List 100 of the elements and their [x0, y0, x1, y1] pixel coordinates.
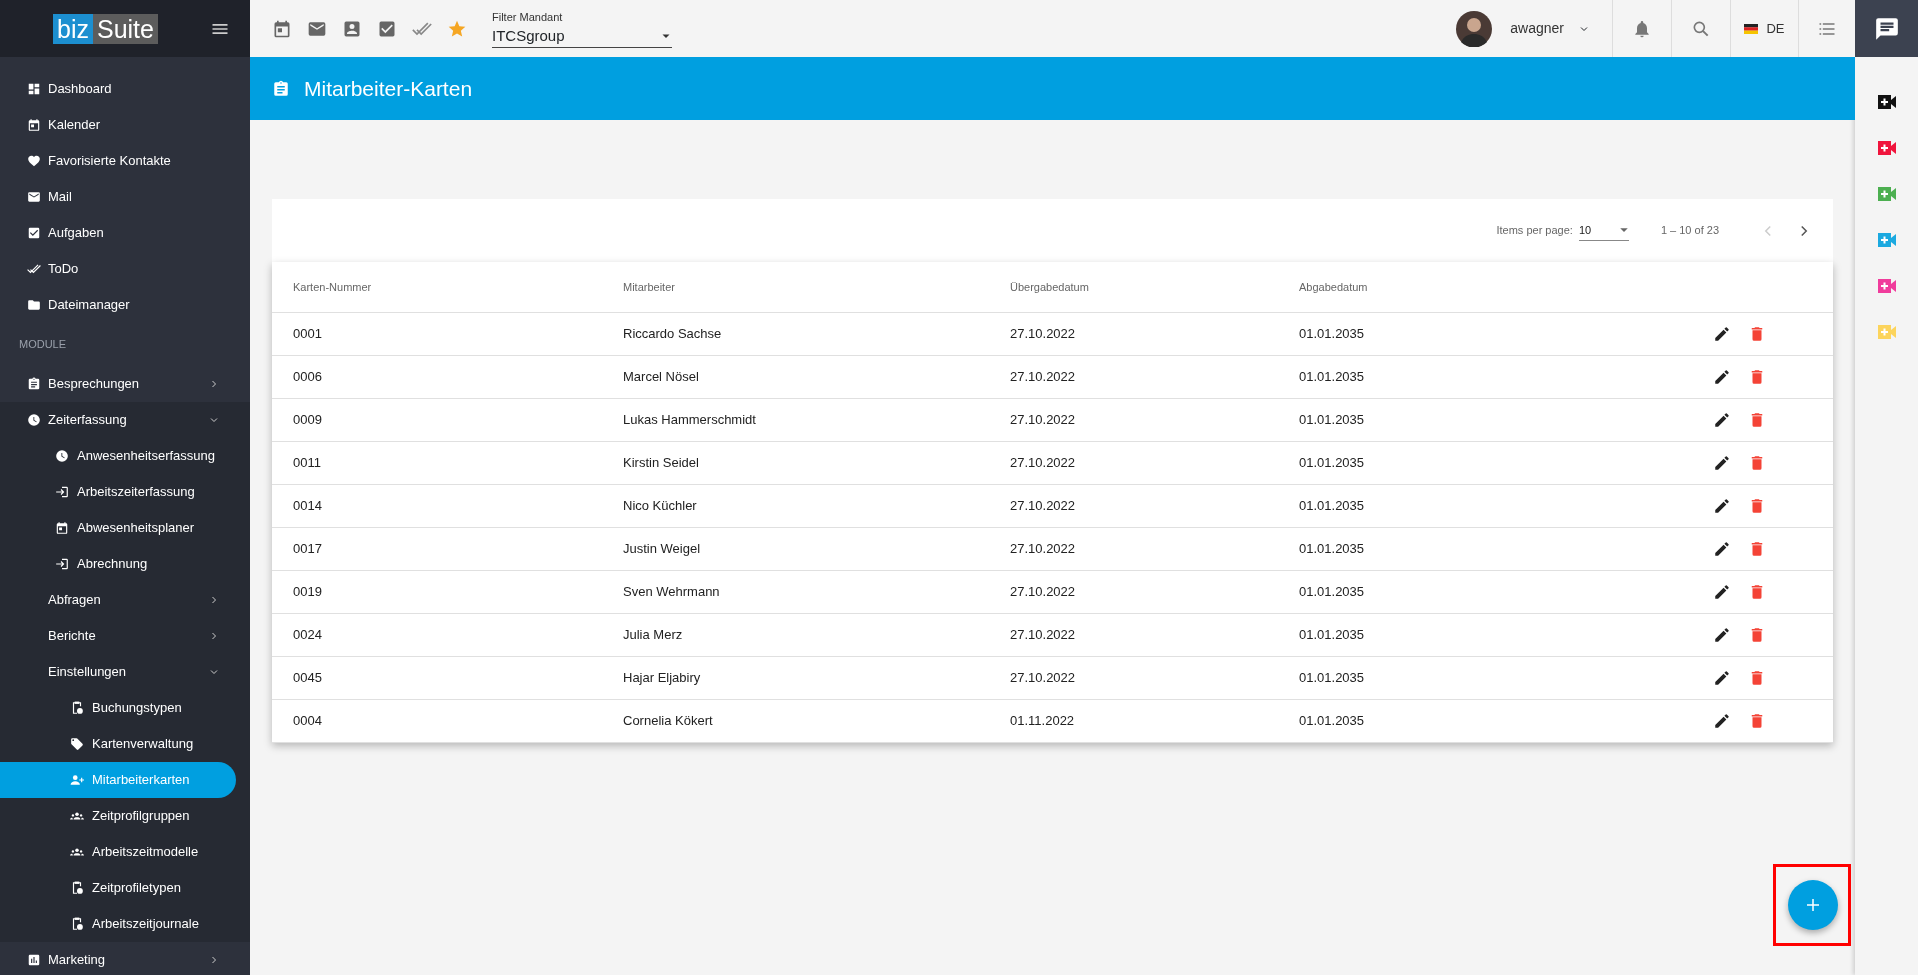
- table-cell: Sven Wehrmann: [623, 584, 720, 600]
- sidebar-item[interactable]: Aufgaben: [0, 215, 250, 251]
- table-cell: Nico Küchler: [623, 498, 697, 514]
- table-cell: 27.10.2022: [1010, 541, 1076, 557]
- caret-icon: [1618, 225, 1629, 235]
- table-cell: 27.10.2022: [1010, 326, 1076, 342]
- sidebar-item[interactable]: Anwesenheitserfassung: [0, 438, 250, 474]
- clock-icon: [55, 449, 69, 463]
- sidebar-item[interactable]: Berichte: [0, 618, 250, 654]
- table-cell: 0014: [293, 498, 322, 514]
- dashboard-icon: [27, 82, 41, 96]
- edit-button[interactable]: [1713, 368, 1731, 386]
- paginator-label: Items per page:: [1496, 223, 1573, 239]
- table-cell: 01.01.2035: [1299, 369, 1365, 385]
- language-button[interactable]: DE: [1744, 18, 1785, 39]
- add-button[interactable]: [1788, 880, 1838, 930]
- calendar-icon: [27, 118, 41, 132]
- sidebar-item[interactable]: Arbeitszeiterfassung: [0, 474, 250, 510]
- table-cell: 0001: [293, 326, 322, 342]
- sidebar-item[interactable]: Zeiterfassung: [0, 402, 250, 438]
- section-label: MODULE: [18, 337, 68, 353]
- column-header: Abgabedatum: [1299, 280, 1368, 293]
- sidebar-item[interactable]: Abfragen: [0, 582, 250, 618]
- table-cell: 01.01.2035: [1299, 627, 1365, 643]
- column-header: Übergabedatum: [1010, 280, 1089, 293]
- clipboard-icon: [27, 377, 41, 391]
- sidebar-item[interactable]: Abrechnung: [0, 546, 250, 582]
- edit-button[interactable]: [1713, 669, 1731, 687]
- table-cell: Julia Merz: [623, 627, 683, 643]
- table-cell: 01.01.2035: [1299, 455, 1365, 471]
- clipboard-icon: [272, 79, 290, 98]
- sidebar-item[interactable]: Buchungstypen: [0, 690, 250, 726]
- sidebar-item[interactable]: Favorisierte Kontakte: [0, 143, 250, 179]
- user-add-icon: [70, 773, 84, 787]
- flag-icon: [1744, 23, 1759, 34]
- edit-button[interactable]: [1713, 540, 1731, 558]
- sidebar-item[interactable]: Zeitprofiletypen: [0, 870, 250, 906]
- clipboard-clock-icon: [70, 701, 84, 715]
- sidebar-item[interactable]: ToDo: [0, 251, 250, 287]
- table-cell: 27.10.2022: [1010, 670, 1076, 686]
- clipboard-clock-icon: [70, 881, 84, 895]
- table-cell: Cornelia Kökert: [623, 713, 713, 729]
- table-cell: 01.01.2035: [1299, 584, 1365, 600]
- sidebar-item[interactable]: Zeitprofilgruppen: [0, 798, 250, 834]
- page-size-select[interactable]: 10: [1578, 220, 1629, 241]
- table-cell: 01.01.2035: [1299, 670, 1365, 686]
- logo: biz Suite: [53, 13, 158, 44]
- edit-button[interactable]: [1713, 712, 1731, 730]
- page-title: Mitarbeiter-Karten: [304, 75, 473, 102]
- folder-icon: [27, 298, 41, 312]
- sidebar-item[interactable]: Abwesenheitsplaner: [0, 510, 250, 546]
- sidebar-item[interactable]: Mail: [0, 179, 250, 215]
- select-field[interactable]: ITCSgroup: [492, 25, 672, 48]
- edit-button[interactable]: [1713, 626, 1731, 644]
- tag-icon: [70, 737, 84, 751]
- chat-button[interactable]: [1873, 15, 1900, 42]
- table-cell: Hajar Eljabiry: [623, 670, 701, 686]
- calendar-icon: [55, 521, 69, 535]
- table-cell: 01.01.2035: [1299, 498, 1365, 514]
- table-cell: 27.10.2022: [1010, 584, 1076, 600]
- edit-button[interactable]: [1713, 454, 1731, 472]
- video-add-icon[interactable]: [1877, 95, 1896, 109]
- table-cell: Riccardo Sachse: [623, 326, 722, 342]
- calendar-icon[interactable]: [272, 18, 292, 39]
- sidebar-item[interactable]: Kalender: [0, 107, 250, 143]
- table-cell: 27.10.2022: [1010, 627, 1076, 643]
- table-cell: 0004: [293, 713, 322, 729]
- sidebar-item[interactable]: Arbeitszeitjournale: [0, 906, 250, 942]
- user-name[interactable]: awagner: [1510, 18, 1564, 39]
- edit-button[interactable]: [1713, 411, 1731, 429]
- table-cell: 01.01.2035: [1299, 541, 1365, 557]
- sidebar-item[interactable]: Dashboard: [0, 71, 250, 107]
- clipboard-clock-icon: [70, 917, 84, 931]
- sidebar-item[interactable]: Besprechungen: [0, 366, 250, 402]
- avatar[interactable]: [1456, 10, 1493, 47]
- table-cell: 27.10.2022: [1010, 369, 1076, 385]
- checkbox-icon: [27, 226, 41, 240]
- table-cell: Marcel Nösel: [623, 369, 699, 385]
- login-icon: [55, 557, 69, 571]
- sidebar-item[interactable]: Kartenverwaltung: [0, 726, 250, 762]
- table-cell: 01.01.2035: [1299, 326, 1365, 342]
- sidebar-item[interactable]: Arbeitszeitmodelle: [0, 834, 250, 870]
- mail-icon: [27, 190, 41, 204]
- sidebar-item[interactable]: Marketing: [0, 942, 250, 975]
- table-cell: 0019: [293, 584, 322, 600]
- sidebar-item[interactable]: Einstellungen: [0, 654, 250, 690]
- chart-icon: [27, 953, 41, 967]
- field-label: Filter Mandant: [492, 10, 564, 26]
- plus-icon: [1804, 896, 1822, 914]
- edit-button[interactable]: [1713, 325, 1731, 343]
- page-range: 1 – 10 of 23: [1660, 223, 1719, 239]
- edit-button[interactable]: [1713, 583, 1731, 601]
- edit-button[interactable]: [1713, 497, 1731, 515]
- sidebar-item[interactable]: Dateimanager: [0, 287, 250, 323]
- table-cell: 27.10.2022: [1010, 498, 1076, 514]
- table-cell: 01.01.2035: [1299, 412, 1365, 428]
- table-cell: 27.10.2022: [1010, 455, 1076, 471]
- column-header: Mitarbeiter: [623, 280, 675, 293]
- notification-button[interactable]: [1632, 18, 1652, 39]
- clock-icon: [27, 413, 41, 427]
